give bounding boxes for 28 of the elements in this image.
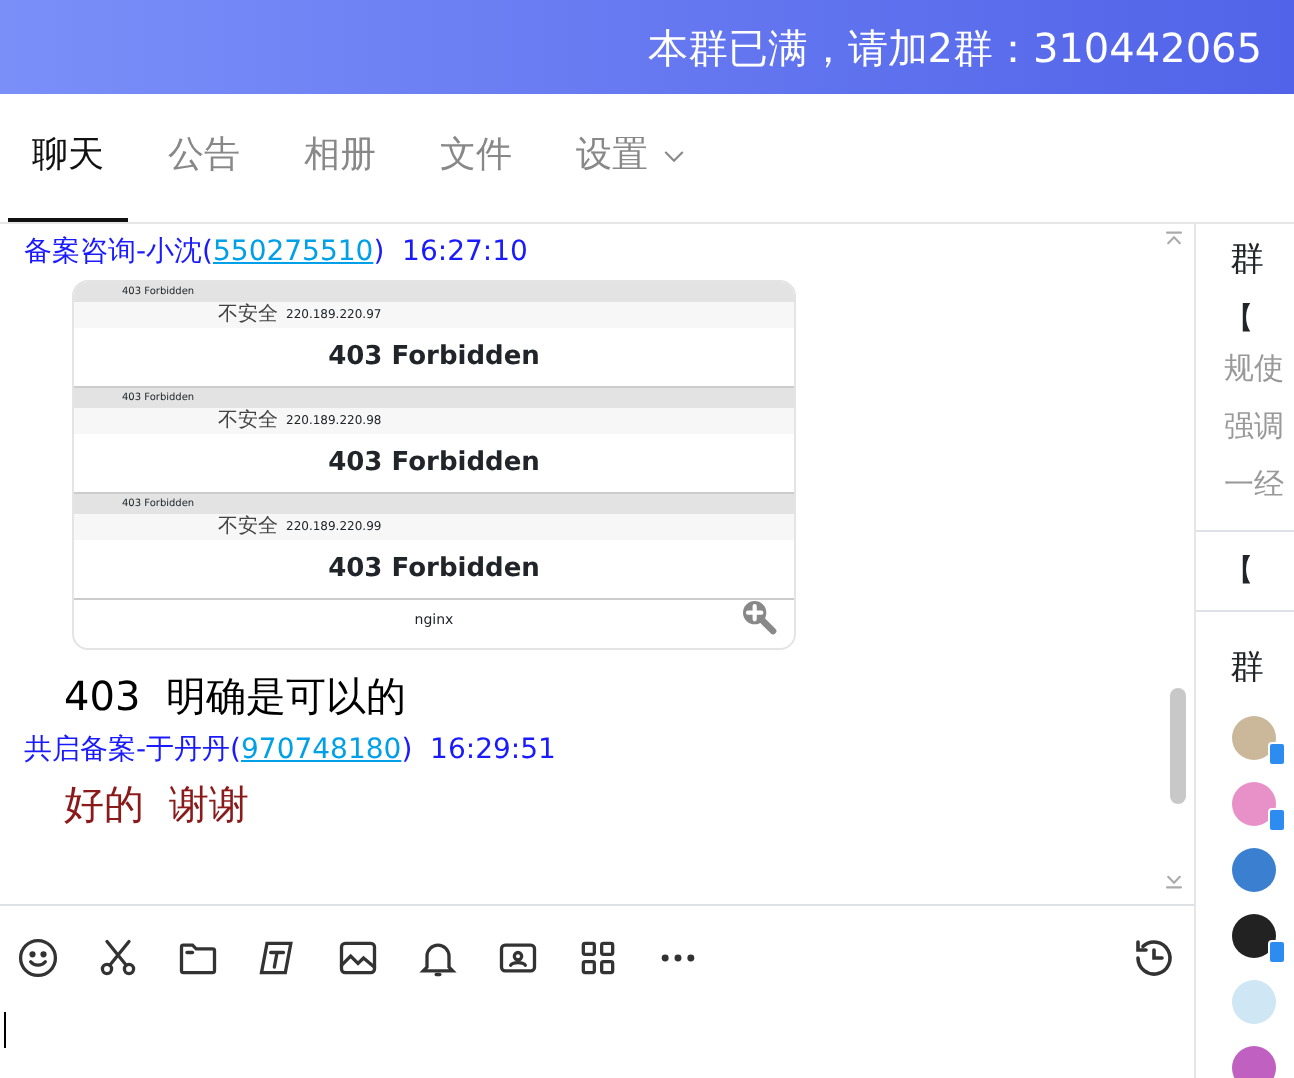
security-label: 不安全: [218, 515, 278, 539]
scrollbar-thumb[interactable]: [1170, 688, 1186, 804]
tab[interactable]: 相册: [280, 92, 400, 222]
scissors-icon[interactable]: [96, 935, 140, 979]
tab[interactable]: 设置: [552, 92, 712, 222]
notice-text: 本群已满，请加2群：310442065: [647, 21, 1262, 75]
message-text: 403 明确是可以的: [62, 670, 408, 724]
members-title: 群: [1196, 609, 1294, 694]
panel-title: 群: [1228, 238, 1266, 284]
notice-line: 一经: [1222, 464, 1286, 506]
files-label: 【: [1196, 530, 1294, 609]
notice-label: 【: [1222, 297, 1256, 339]
sender-line: 备案咨询-小沈(550275510) 16:27:10: [24, 234, 528, 272]
notice-line: 强调: [1222, 406, 1286, 448]
notice-line: 规使: [1222, 348, 1286, 390]
sender-line: 共启备案-于丹丹(970748180) 16:29:51: [24, 732, 556, 770]
tab[interactable]: 聊天: [8, 92, 128, 222]
page-heading: 403 Forbidden: [74, 540, 794, 600]
zoom-in-icon: [738, 596, 778, 636]
qq-link[interactable]: 550275510: [213, 236, 374, 268]
security-label: 不安全: [218, 409, 278, 433]
tab[interactable]: 文件: [416, 92, 536, 222]
emoji-icon[interactable]: [16, 935, 60, 979]
qq-link[interactable]: 970748180: [241, 734, 402, 766]
text-cursor: [4, 1012, 6, 1048]
tab[interactable]: 公告: [144, 92, 264, 222]
message-text: 好的 谢谢: [62, 778, 252, 832]
security-label: 不安全: [218, 303, 278, 327]
